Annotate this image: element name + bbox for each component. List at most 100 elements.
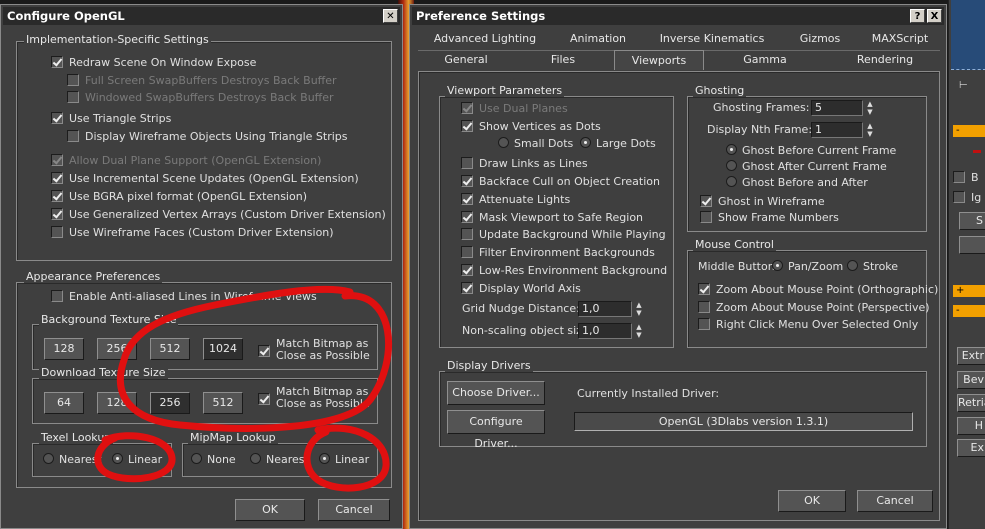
panel-b-box[interactable] xyxy=(953,171,965,183)
rollout-header-3[interactable]: - xyxy=(953,305,985,317)
prefs-ok-button[interactable]: OK xyxy=(778,490,846,512)
ghost-frames-spinner[interactable]: ▲ ▼ xyxy=(865,100,875,116)
small-dots-radio[interactable]: Small Dots xyxy=(498,136,573,152)
annotation-circle-textures xyxy=(116,285,392,432)
ghost-before-radio[interactable]: Ghost Before Current Frame xyxy=(726,143,896,159)
small-dots-dot[interactable] xyxy=(498,137,509,148)
stroke-dot[interactable] xyxy=(847,260,858,271)
installed-driver-value: OpenGL (3Dlabs version 1.3.1) xyxy=(574,412,913,431)
tab-advanced-lighting[interactable]: Advanced Lighting xyxy=(426,29,544,49)
panel-button-h[interactable]: H xyxy=(957,417,985,435)
prefs-help-button[interactable]: ? xyxy=(910,9,925,23)
configure-driver-button[interactable]: Configure Driver... xyxy=(447,410,545,450)
viewport-option-box[interactable] xyxy=(461,157,473,169)
viewport-option-checkbox[interactable]: Backface Cull on Object Creation xyxy=(461,174,660,190)
grid-nudge-spinner[interactable]: ▲ ▼ xyxy=(634,301,644,317)
ghost-both-dot[interactable] xyxy=(726,176,737,187)
viewport-option-checkbox[interactable]: Display World Axis xyxy=(461,281,581,297)
tab-rendering[interactable]: Rendering xyxy=(842,50,928,70)
ghost-wireframe-box[interactable] xyxy=(700,195,712,207)
ghost-frames-input[interactable]: 5 xyxy=(811,100,863,116)
nonscaling-spinner[interactable]: ▲ ▼ xyxy=(634,323,644,339)
tab-files[interactable]: Files xyxy=(528,50,598,70)
rollout-header-2[interactable]: + xyxy=(953,285,985,297)
tab-viewports[interactable]: Viewports xyxy=(614,50,704,70)
viewport-option-checkbox[interactable]: Filter Environment Backgrounds xyxy=(461,245,655,261)
annotation-circle-mipmap-linear xyxy=(303,424,390,492)
viewport-option-label: Display World Axis xyxy=(479,282,581,295)
viewport-option-label: Filter Environment Backgrounds xyxy=(479,246,655,259)
zoom-persp-text: Zoom About Mouse Point (Perspective) xyxy=(716,301,930,314)
viewport-option-box[interactable] xyxy=(461,228,473,240)
preference-settings-dialog: Preference Settings ? X Advanced Lightin… xyxy=(409,4,947,529)
stroke-radio[interactable]: Stroke xyxy=(847,259,898,275)
show-frame-numbers-checkbox[interactable]: Show Frame Numbers xyxy=(700,210,839,226)
viewport-option-checkbox[interactable]: Mask Viewport to Safe Region xyxy=(461,210,643,226)
viewport-option-checkbox[interactable]: Draw Links as Lines xyxy=(461,156,588,172)
panel-button-ex[interactable]: Ex xyxy=(957,439,985,457)
prefs-cancel-button[interactable]: Cancel xyxy=(857,490,933,512)
panel-button-extr[interactable]: Extr xyxy=(957,347,985,365)
large-dots-text: Large Dots xyxy=(596,137,656,150)
display-drivers-label: Display Drivers xyxy=(445,359,533,372)
nth-frame-spinner[interactable]: ▲ ▼ xyxy=(865,122,875,138)
mouse-control-label: Mouse Control xyxy=(693,238,776,251)
nonscaling-input[interactable]: 1,0 xyxy=(578,323,632,339)
viewport-option-box[interactable] xyxy=(461,211,473,223)
rollout-header-1[interactable]: - xyxy=(953,125,985,137)
viewport-option-checkbox[interactable]: Update Background While Playing xyxy=(461,227,666,243)
nth-frame-input[interactable]: 1 xyxy=(811,122,863,138)
tab-maxscript[interactable]: MAXScript xyxy=(860,29,940,49)
prefs-title: Preference Settings xyxy=(416,9,546,23)
panel-button-blank[interactable] xyxy=(959,236,985,254)
show-vertices-box[interactable] xyxy=(461,120,473,132)
panel-button-s[interactable]: S xyxy=(959,212,985,230)
viewport-option-box[interactable] xyxy=(461,282,473,294)
viewport-option-box[interactable] xyxy=(461,193,473,205)
panel-checkbox-b[interactable]: B xyxy=(953,170,979,186)
viewport-option-box[interactable] xyxy=(461,175,473,187)
middle-button-label: Middle Button: xyxy=(698,260,779,273)
tab-gamma[interactable]: Gamma xyxy=(730,50,800,70)
viewport-option-checkbox[interactable]: Attenuate Lights xyxy=(461,192,570,208)
zoom-persp-box[interactable] xyxy=(698,301,710,313)
panel-ig-box[interactable] xyxy=(953,191,965,203)
panel-checkbox-ig[interactable]: Ig xyxy=(953,190,981,206)
pan-zoom-radio[interactable]: Pan/Zoom xyxy=(772,259,843,275)
show-frame-numbers-box[interactable] xyxy=(700,211,712,223)
ghost-after-radio[interactable]: Ghost After Current Frame xyxy=(726,159,887,175)
ghost-wireframe-checkbox[interactable]: Ghost in Wireframe xyxy=(700,194,825,210)
choose-driver-button[interactable]: Choose Driver... xyxy=(447,381,545,405)
prefs-close-button[interactable]: X xyxy=(927,9,942,23)
ghost-both-text: Ghost Before and After xyxy=(742,176,868,189)
prefs-titlebar: Preference Settings xyxy=(412,7,944,25)
ghost-both-radio[interactable]: Ghost Before and After xyxy=(726,175,868,191)
zoom-ortho-box[interactable] xyxy=(698,283,710,295)
ghost-after-dot[interactable] xyxy=(726,160,737,171)
right-click-menu-box[interactable] xyxy=(698,318,710,330)
panel-button-retria[interactable]: Retria xyxy=(957,394,985,412)
tab-general[interactable]: General xyxy=(426,50,506,70)
tab-gizmos[interactable]: Gizmos xyxy=(790,29,850,49)
show-vertices-checkbox[interactable]: Show Vertices as Dots xyxy=(461,119,601,135)
panel-b-text: B xyxy=(971,171,979,184)
hierarchy-icon[interactable]: ⊢ xyxy=(959,80,975,94)
viewport-option-checkbox[interactable]: Low-Res Environment Background xyxy=(461,263,667,279)
right-click-menu-checkbox[interactable]: Right Click Menu Over Selected Only xyxy=(698,317,918,333)
grid-nudge-input[interactable]: 1,0 xyxy=(578,301,632,317)
panel-button-bev[interactable]: Bev xyxy=(957,371,985,389)
zoom-ortho-checkbox[interactable]: Zoom About Mouse Point (Orthographic) xyxy=(698,282,938,298)
large-dots-radio[interactable]: Large Dots xyxy=(580,136,656,152)
ghosting-label: Ghosting xyxy=(693,84,747,97)
tab-animation[interactable]: Animation xyxy=(558,29,638,49)
tab-inverse-kinematics[interactable]: Inverse Kinematics xyxy=(652,29,772,49)
pan-zoom-dot[interactable] xyxy=(772,260,783,271)
ghost-before-dot[interactable] xyxy=(726,144,737,155)
nth-frame-label: Display Nth Frame: xyxy=(707,123,813,136)
zoom-persp-checkbox[interactable]: Zoom About Mouse Point (Perspective) xyxy=(698,300,930,316)
use-dual-planes-checkbox[interactable]: Use Dual Planes xyxy=(461,101,568,117)
use-dual-planes-box[interactable] xyxy=(461,102,473,114)
viewport-option-box[interactable] xyxy=(461,246,473,258)
viewport-option-box[interactable] xyxy=(461,264,473,276)
large-dots-dot[interactable] xyxy=(580,137,591,148)
